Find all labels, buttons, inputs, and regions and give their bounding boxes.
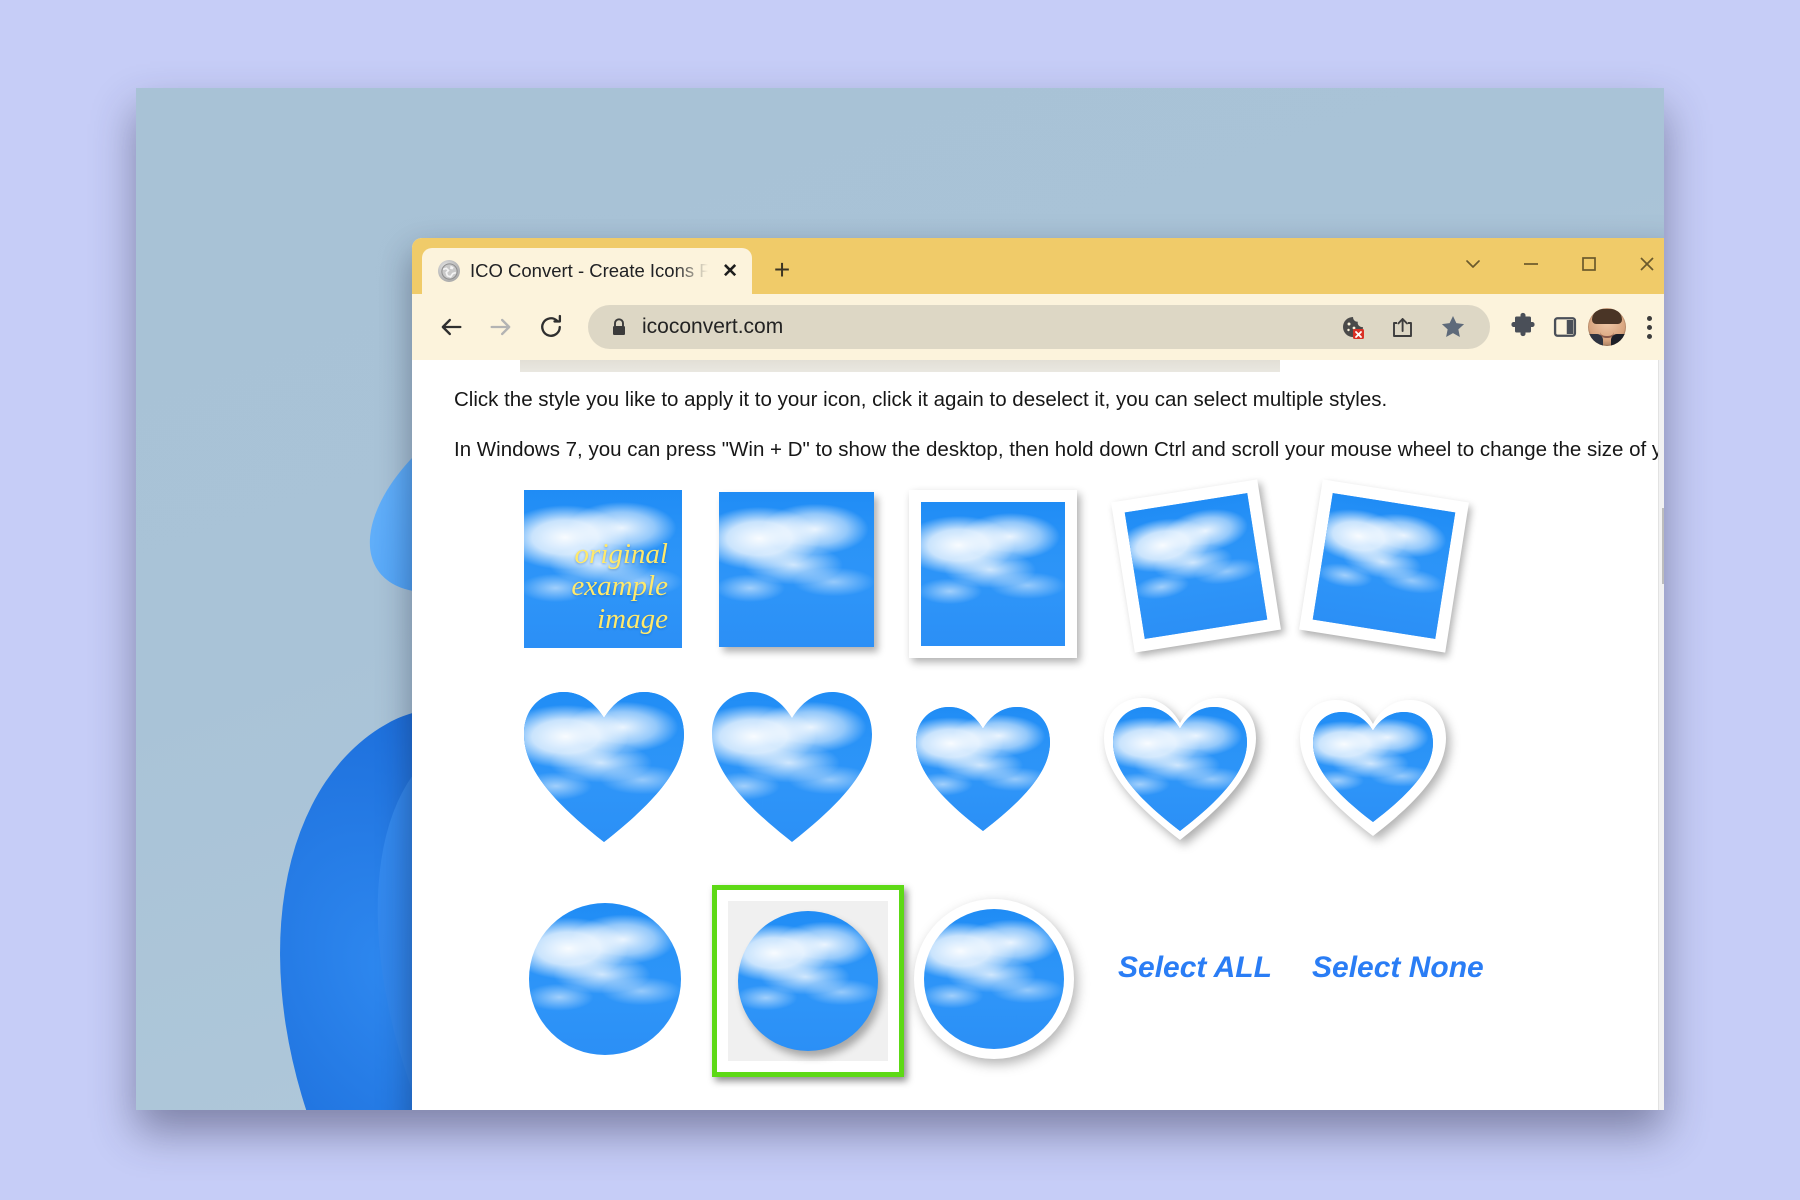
style-heart-plain[interactable]	[524, 690, 684, 845]
window-controls	[1444, 242, 1664, 286]
tab-strip: ICO Convert - Create Icons From ✕ +	[412, 238, 1664, 294]
style-circle-plain[interactable]	[529, 903, 681, 1055]
style-square-white-frame[interactable]	[909, 490, 1077, 658]
close-icon[interactable]: ✕	[718, 260, 742, 283]
new-tab-button[interactable]: +	[760, 248, 804, 292]
extensions-puzzle-icon[interactable]	[1504, 308, 1542, 346]
close-window-icon[interactable]	[1618, 242, 1664, 286]
style-circle-shadow[interactable]	[712, 885, 904, 1077]
style-grid: original example image Select ALL Select…	[412, 479, 1658, 1077]
browser-toolbar: icoconvert.com	[412, 294, 1664, 360]
select-none-link[interactable]: Select None	[1312, 951, 1484, 985]
page-content: Click the style you like to apply it to …	[412, 360, 1658, 1110]
style-heart-outline[interactable]	[907, 696, 1059, 842]
style-square-tilt-right[interactable]	[1299, 479, 1469, 653]
globe-icon	[438, 260, 460, 282]
maximize-icon[interactable]	[1560, 242, 1618, 286]
clipped-banner	[520, 360, 1280, 372]
instruction-paragraph-1: Click the style you like to apply it to …	[454, 388, 1388, 411]
tab-ico-convert[interactable]: ICO Convert - Create Icons From ✕	[422, 248, 752, 294]
lock-icon	[610, 317, 628, 337]
orig-line-1: original	[574, 537, 668, 570]
selected-style-inner	[728, 901, 888, 1061]
page-viewport: Click the style you like to apply it to …	[412, 360, 1664, 1110]
scroll-up-button[interactable]	[1659, 360, 1664, 386]
scroll-down-button[interactable]	[1659, 1084, 1664, 1110]
forward-arrow-icon[interactable]	[478, 304, 524, 350]
style-circle-outline[interactable]	[914, 899, 1074, 1059]
minimize-icon[interactable]	[1502, 242, 1560, 286]
address-bar[interactable]: icoconvert.com	[588, 305, 1490, 349]
style-square-plain[interactable]: original example image	[524, 490, 682, 648]
style-heart-outline-thick[interactable]	[1300, 698, 1446, 838]
style-heart-outline-shadow[interactable]	[1104, 696, 1256, 842]
side-panel-icon[interactable]	[1546, 308, 1584, 346]
chrome-menu-icon[interactable]	[1630, 308, 1664, 346]
desktop: ICO Convert - Create Icons From ✕ +	[136, 88, 1664, 1110]
style-square-tilt-left[interactable]	[1111, 479, 1281, 653]
orig-line-2: example	[571, 570, 668, 603]
style-square-shadow[interactable]	[719, 492, 874, 647]
vertical-scroll-thumb[interactable]	[1662, 508, 1664, 584]
url-text: icoconvert.com	[642, 315, 784, 338]
omnibox-actions	[1334, 308, 1482, 346]
orig-line-3: image	[597, 603, 668, 636]
style-heart-shadow[interactable]	[712, 690, 872, 845]
share-icon[interactable]	[1384, 308, 1422, 346]
select-all-link[interactable]: Select ALL	[1118, 951, 1272, 985]
tab-title: ICO Convert - Create Icons From	[470, 260, 709, 281]
reload-icon[interactable]	[528, 304, 574, 350]
back-arrow-icon[interactable]	[428, 304, 474, 350]
instruction-paragraph-2: In Windows 7, you can press "Win + D" to…	[454, 438, 1658, 461]
original-example-label: original example image	[571, 538, 668, 636]
browser-window: ICO Convert - Create Icons From ✕ +	[412, 238, 1664, 1110]
vertical-scrollbar[interactable]	[1658, 360, 1664, 1110]
cookie-blocked-icon[interactable]	[1334, 308, 1372, 346]
tab-search-icon[interactable]	[1444, 242, 1502, 286]
bookmark-star-icon[interactable]	[1434, 308, 1472, 346]
profile-avatar[interactable]	[1588, 308, 1626, 346]
